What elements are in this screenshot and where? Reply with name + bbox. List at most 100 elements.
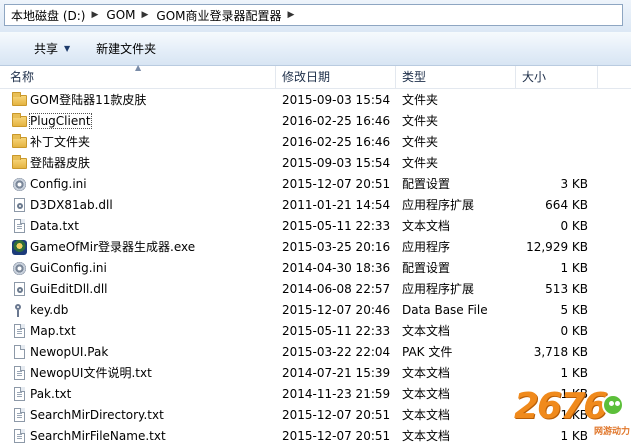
column-header-size[interactable]: 大小 [516,66,598,88]
file-row[interactable]: Data.txt 2015-05-11 22:33 文本文档 0 KB [0,216,631,237]
file-date: 2015-09-03 15:54 [282,156,391,170]
file-name[interactable]: GuiEditDll.dll [30,279,107,300]
file-name[interactable]: SearchMirFileName.txt [30,426,166,447]
file-date: 2011-01-21 14:54 [282,198,391,212]
mascot-icon [602,394,624,416]
file-date: 2014-06-08 22:57 [282,282,391,296]
file-row[interactable]: 补丁文件夹 2016-02-25 16:46 文件夹 [0,132,631,153]
key-file-icon [15,304,25,317]
file-icon-slot [12,366,28,381]
share-button[interactable]: 共享 ▼ [24,38,80,60]
folder-icon [12,155,27,169]
breadcrumb-gom[interactable]: GOM ▶ [106,8,156,22]
file-row[interactable]: PlugClient 2016-02-25 16:46 文件夹 [0,111,631,132]
file-size: 3,718 KB [533,345,588,359]
text-file-icon [14,324,25,338]
chevron-right-icon[interactable]: ▶ [142,10,149,20]
config-file-icon [13,262,26,275]
file-size: 1 KB [560,261,588,275]
column-header: ▲ 名称 修改日期 类型 大小 [0,63,631,89]
file-date: 2015-12-07 20:46 [282,303,391,317]
file-date: 2014-07-21 15:39 [282,366,391,380]
file-row[interactable]: GameOfMir登录器生成器.exe 2015-03-25 20:16 应用程序 1… [0,237,631,258]
file-size: 3 KB [560,177,588,191]
file-name[interactable]: NewopUI.Pak [30,342,108,363]
file-date: 2015-05-11 22:33 [282,219,391,233]
file-date: 2016-02-25 16:46 [282,114,391,128]
file-name-text: Data.txt [30,219,79,233]
file-name-text: GOM登陆器11款皮肤 [30,93,147,107]
file-name[interactable]: GOM登陆器11款皮肤 [30,90,146,111]
breadcrumb-label: GOM [106,8,136,22]
file-name[interactable]: GameOfMir登录器生成器.exe [30,237,195,258]
file-type: 配置设置 [402,177,451,191]
file-type: PAK 文件 [402,345,453,359]
file-size: 5 KB [560,303,588,317]
file-date: 2015-03-22 22:04 [282,345,391,359]
dropdown-arrow-icon: ▼ [64,44,71,53]
folder-icon [12,134,27,148]
breadcrumb-drive[interactable]: 本地磁盘 (D:) ▶ [11,7,106,24]
file-type: 应用程序 [402,240,451,254]
file-row[interactable]: 登陆器皮肤 2015-09-03 15:54 文件夹 [0,153,631,174]
file-row[interactable]: NewopUI文件说明.txt 2014-07-21 15:39 文本文档 1 KB [0,363,631,384]
text-file-icon [14,429,25,443]
app-exe-icon [12,240,27,255]
chevron-right-icon[interactable]: ▶ [288,10,295,20]
file-date: 2015-03-25 20:16 [282,240,391,254]
file-row[interactable]: D3DX81ab.dll 2011-01-21 14:54 应用程序扩展 664 KB [0,195,631,216]
file-name[interactable]: 登陆器皮肤 [30,153,90,174]
file-name[interactable]: D3DX81ab.dll [30,195,113,216]
file-row[interactable]: key.db 2015-12-07 20:46 Data Base File 5 KB [0,300,631,321]
file-row[interactable]: GuiConfig.ini 2014-04-30 18:36 配置设置 1 KB [0,258,631,279]
file-row[interactable]: Map.txt 2015-05-11 22:33 文本文档 0 KB [0,321,631,342]
file-icon-slot [12,261,28,276]
file-name-text: key.db [30,303,69,317]
file-size: 513 KB [545,282,588,296]
file-type: 文本文档 [402,387,451,401]
site-watermark: 2676 网游动力 [514,386,631,443]
folder-icon [12,113,27,127]
file-date: 2016-02-25 16:46 [282,135,391,149]
command-bar: 共享 ▼ 新建文件夹 [0,32,631,66]
file-name-text: NewopUI文件说明.txt [30,366,152,380]
file-icon [14,345,25,359]
watermark-text: 网游动力 [594,427,631,437]
file-size [516,153,588,174]
text-file-icon [14,366,25,380]
file-row[interactable]: GOM登陆器11款皮肤 2015-09-03 15:54 文件夹 [0,90,631,111]
file-name[interactable]: SearchMirDirectory.txt [30,405,164,426]
file-name[interactable]: Pak.txt [30,384,71,405]
file-type: 文件夹 [402,93,439,107]
watermark-digits: 2676 [514,386,608,427]
file-name[interactable]: PlugClient [29,111,92,132]
file-name[interactable]: key.db [30,300,68,321]
file-row[interactable]: Config.ini 2015-12-07 20:51 配置设置 3 KB [0,174,631,195]
new-folder-button[interactable]: 新建文件夹 [86,38,166,60]
breadcrumb-current[interactable]: GOM商业登录器配置器 ▶ [156,7,302,24]
file-size [516,111,588,132]
file-name[interactable]: GuiConfig.ini [30,258,107,279]
text-file-icon [14,408,25,422]
address-box[interactable]: 本地磁盘 (D:) ▶ GOM ▶ GOM商业登录器配置器 ▶ [4,4,623,26]
folder-icon [12,92,27,106]
file-type: Data Base File [402,303,488,317]
file-name[interactable]: NewopUI文件说明.txt [30,363,152,384]
dll-file-icon [14,198,25,212]
file-type: 文件夹 [402,114,439,128]
file-name[interactable]: Config.ini [30,174,87,195]
column-header-type[interactable]: 类型 [396,66,516,88]
file-name[interactable]: 补丁文件夹 [30,132,90,153]
file-name-text: GameOfMir登录器生成器.exe [30,240,196,254]
file-row[interactable]: GuiEditDll.dll 2014-06-08 22:57 应用程序扩展 513 … [0,279,631,300]
file-name[interactable]: Data.txt [30,216,79,237]
file-date: 2015-12-07 20:51 [282,177,391,191]
file-icon-slot [12,303,28,318]
column-header-name[interactable]: 名称 [4,66,276,88]
column-header-date[interactable]: 修改日期 [276,66,396,88]
file-size: 664 KB [545,198,588,212]
file-name[interactable]: Map.txt [30,321,76,342]
file-row[interactable]: NewopUI.Pak 2015-03-22 22:04 PAK 文件 3,718 K… [0,342,631,363]
file-icon-slot [12,408,28,423]
chevron-right-icon[interactable]: ▶ [91,10,98,20]
